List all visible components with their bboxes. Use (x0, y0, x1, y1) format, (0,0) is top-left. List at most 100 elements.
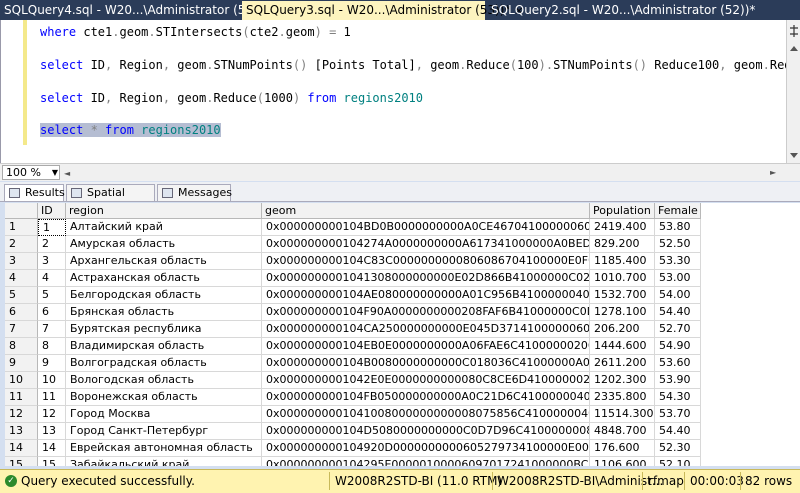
cell-region[interactable]: Белгородская область (66, 287, 262, 304)
editor-vertical-scrollbar[interactable] (786, 20, 800, 164)
cell-geom[interactable]: 0x000000000104C83C0000000000806086704100… (262, 253, 590, 270)
cell-region[interactable]: Архангельская область (66, 253, 262, 270)
row-number-header[interactable] (5, 203, 38, 219)
cell-population[interactable]: 1185.400 (590, 253, 655, 270)
cell-geom[interactable]: 0x000000000104920D0000000000605279734100… (262, 440, 590, 457)
row-number[interactable]: 10 (5, 372, 38, 389)
row-number[interactable]: 6 (5, 304, 38, 321)
tab-results[interactable]: Results (4, 184, 65, 201)
tab-sqlquery4[interactable]: SQLQuery4.sql - W20...\Administrator (56… (0, 1, 268, 20)
row-number[interactable]: 13 (5, 423, 38, 440)
cell-geom[interactable]: 0x0000000001042E0E0000000000080C8CE6D410… (262, 372, 590, 389)
row-number[interactable]: 14 (5, 440, 38, 457)
cell-geom[interactable]: 0x000000000104D5080000000000C0D7D96C4100… (262, 423, 590, 440)
cell-region[interactable]: Город Москва (66, 406, 262, 423)
cell-population[interactable]: 206.200 (590, 321, 655, 338)
row-number[interactable]: 2 (5, 236, 38, 253)
cell-region[interactable]: Алтайский край (66, 219, 262, 236)
scroll-down-icon[interactable] (789, 152, 799, 160)
cell-geom[interactable]: 0x000000000104274A0000000000A61734100000… (262, 236, 590, 253)
query-editor[interactable]: where cte1.geom.STIntersects(cte2.geom) … (0, 20, 786, 163)
cell-region[interactable]: Вологодская область (66, 372, 262, 389)
column-header-female[interactable]: Female (655, 203, 701, 219)
row-number[interactable]: 1 (5, 219, 38, 236)
cell-geom[interactable]: 0x000000000104AE080000000000A01C956B4100… (262, 287, 590, 304)
cell-female[interactable]: 53.00 (655, 270, 701, 287)
code-line-1[interactable]: where cte1.geom.STIntersects(cte2.geom) … (40, 24, 351, 40)
code-line-4[interactable]: select * from regions2010 (40, 122, 221, 138)
row-number[interactable]: 9 (5, 355, 38, 372)
cell-female[interactable]: 52.50 (655, 236, 701, 253)
cell-female[interactable]: 54.90 (655, 338, 701, 355)
cell-region[interactable]: Брянская область (66, 304, 262, 321)
results-grid[interactable]: ID region geom Population Female 1 1 Алтай… (5, 203, 800, 466)
row-number[interactable]: 15 (5, 457, 38, 466)
cell-id[interactable]: 4 (38, 270, 66, 287)
row-number[interactable]: 5 (5, 287, 38, 304)
cell-id[interactable]: 3 (38, 253, 66, 270)
cell-geom[interactable]: 0x000000000104BD0B0000000000A0CE46704100… (262, 219, 590, 236)
cell-population[interactable]: 829.200 (590, 236, 655, 253)
cell-id[interactable]: 2 (38, 236, 66, 253)
cell-geom[interactable]: 0x0000000001041008000000000008075856C410… (262, 406, 590, 423)
cell-region[interactable]: Волгоградская область (66, 355, 262, 372)
cell-population[interactable]: 1202.300 (590, 372, 655, 389)
cell-region[interactable]: Воронежская область (66, 389, 262, 406)
row-number[interactable]: 4 (5, 270, 38, 287)
cell-population[interactable]: 2419.400 (590, 219, 655, 236)
row-number[interactable]: 11 (5, 389, 38, 406)
code-line-2[interactable]: select ID, Region, geom.STNumPoints() [P… (40, 57, 786, 73)
cell-female[interactable]: 52.30 (655, 440, 701, 457)
cell-region[interactable]: Владимирская область (66, 338, 262, 355)
cell-population[interactable]: 4848.700 (590, 423, 655, 440)
cell-population[interactable]: 1278.100 (590, 304, 655, 321)
cell-geom[interactable]: 0x000000000104EB0E0000000000A06FAE6C4100… (262, 338, 590, 355)
cell-id[interactable]: 9 (38, 355, 66, 372)
cell-id[interactable]: 10 (38, 372, 66, 389)
cell-region[interactable]: Забайкальский край (66, 457, 262, 466)
cell-population[interactable]: 1106.600 (590, 457, 655, 466)
cell-id[interactable]: 13 (38, 423, 66, 440)
cell-id[interactable]: 8 (38, 338, 66, 355)
tab-sqlquery3[interactable]: SQLQuery3.sql - W20...\Administrator (53… (242, 1, 524, 20)
cell-female[interactable]: 52.10 (655, 457, 701, 466)
cell-female[interactable]: 54.40 (655, 423, 701, 440)
cell-population[interactable]: 1010.700 (590, 270, 655, 287)
column-header-population[interactable]: Population (590, 203, 655, 219)
zoom-select[interactable]: 100 % ▼ (2, 165, 60, 180)
cell-female[interactable]: 53.80 (655, 219, 701, 236)
cell-id[interactable]: 15 (38, 457, 66, 466)
tab-sqlquery2[interactable]: SQLQuery2.sql - W20...\Administrator (52… (487, 1, 755, 20)
cell-region[interactable]: Астраханская область (66, 270, 262, 287)
scroll-left-icon[interactable]: ◄ (64, 169, 70, 178)
scroll-right-icon[interactable]: ► (770, 168, 776, 177)
cell-female[interactable]: 53.70 (655, 406, 701, 423)
cell-female[interactable]: 54.00 (655, 287, 701, 304)
cell-id[interactable]: 5 (38, 287, 66, 304)
cell-id[interactable]: 7 (38, 321, 66, 338)
cell-id[interactable]: 12 (38, 406, 66, 423)
cell-female[interactable]: 54.30 (655, 389, 701, 406)
row-number[interactable]: 12 (5, 406, 38, 423)
column-header-geom[interactable]: geom (262, 203, 590, 219)
cell-id[interactable]: 14 (38, 440, 66, 457)
row-number[interactable]: 8 (5, 338, 38, 355)
column-header-region[interactable]: region (66, 203, 262, 219)
cell-geom[interactable]: 0x000000000104F90A0000000000208FAF6B4100… (262, 304, 590, 321)
cell-geom[interactable]: 0x000000000104CA250000000000E045D3714100… (262, 321, 590, 338)
cell-id[interactable]: 11 (38, 389, 66, 406)
scroll-up-icon[interactable] (789, 44, 799, 52)
cell-geom[interactable]: 0x0000000001041308000000000E02D866B41000… (262, 270, 590, 287)
cell-female[interactable]: 54.40 (655, 304, 701, 321)
cell-population[interactable]: 2335.800 (590, 389, 655, 406)
cell-female[interactable]: 53.30 (655, 253, 701, 270)
cell-population[interactable]: 1532.700 (590, 287, 655, 304)
cell-population[interactable]: 11514.300 (590, 406, 655, 423)
cell-id[interactable]: 6 (38, 304, 66, 321)
cell-region[interactable]: Амурская область (66, 236, 262, 253)
code-line-3[interactable]: select ID, Region, geom.Reduce(1000) fro… (40, 90, 423, 106)
cell-female[interactable]: 53.90 (655, 372, 701, 389)
cell-geom[interactable]: 0x000000000104295E0000010000609701724100… (262, 457, 590, 466)
split-icon[interactable] (788, 24, 800, 38)
row-number[interactable]: 3 (5, 253, 38, 270)
